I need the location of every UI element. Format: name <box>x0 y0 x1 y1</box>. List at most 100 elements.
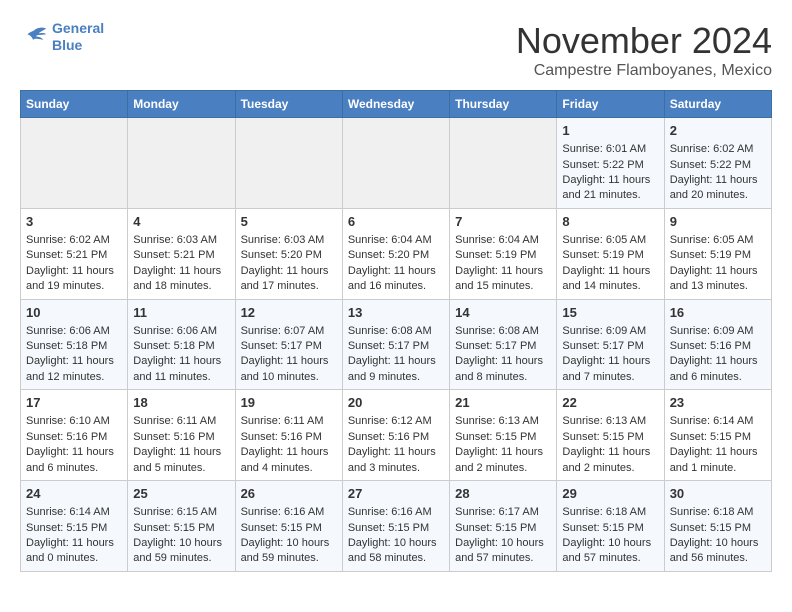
sunset-text: Sunset: 5:17 PM <box>562 340 643 352</box>
sunrise-text: Sunrise: 6:07 AM <box>241 325 325 337</box>
sunset-text: Sunset: 5:15 PM <box>455 522 536 534</box>
day-number: 1 <box>562 122 658 140</box>
calendar-cell: 11 Sunrise: 6:06 AM Sunset: 5:18 PM Dayl… <box>128 299 235 390</box>
daylight-text: Daylight: 11 hours and 12 minutes. <box>26 355 114 382</box>
calendar-cell: 15 Sunrise: 6:09 AM Sunset: 5:17 PM Dayl… <box>557 299 664 390</box>
title-block: November 2024 Campestre Flamboyanes, Mex… <box>516 20 772 80</box>
sunset-text: Sunset: 5:15 PM <box>133 522 214 534</box>
daylight-text: Daylight: 10 hours and 57 minutes. <box>562 537 651 564</box>
sunset-text: Sunset: 5:15 PM <box>670 431 751 443</box>
calendar-cell: 7 Sunrise: 6:04 AM Sunset: 5:19 PM Dayli… <box>450 208 557 299</box>
sunset-text: Sunset: 5:15 PM <box>562 522 643 534</box>
sunrise-text: Sunrise: 6:08 AM <box>455 325 539 337</box>
day-number: 3 <box>26 213 122 231</box>
weekday-header: Tuesday <box>235 91 342 118</box>
daylight-text: Daylight: 11 hours and 16 minutes. <box>348 265 436 292</box>
sunset-text: Sunset: 5:17 PM <box>348 340 429 352</box>
calendar-week-row: 10 Sunrise: 6:06 AM Sunset: 5:18 PM Dayl… <box>21 299 772 390</box>
day-number: 28 <box>455 485 551 503</box>
sunrise-text: Sunrise: 6:11 AM <box>241 415 324 427</box>
sunset-text: Sunset: 5:20 PM <box>241 249 322 261</box>
day-number: 29 <box>562 485 658 503</box>
calendar-cell: 24 Sunrise: 6:14 AM Sunset: 5:15 PM Dayl… <box>21 481 128 572</box>
sunset-text: Sunset: 5:19 PM <box>670 249 751 261</box>
calendar-cell: 20 Sunrise: 6:12 AM Sunset: 5:16 PM Dayl… <box>342 390 449 481</box>
calendar-cell: 12 Sunrise: 6:07 AM Sunset: 5:17 PM Dayl… <box>235 299 342 390</box>
calendar-cell: 18 Sunrise: 6:11 AM Sunset: 5:16 PM Dayl… <box>128 390 235 481</box>
calendar-cell: 4 Sunrise: 6:03 AM Sunset: 5:21 PM Dayli… <box>128 208 235 299</box>
calendar-week-row: 1 Sunrise: 6:01 AM Sunset: 5:22 PM Dayli… <box>21 118 772 209</box>
calendar-cell: 19 Sunrise: 6:11 AM Sunset: 5:16 PM Dayl… <box>235 390 342 481</box>
sunset-text: Sunset: 5:15 PM <box>455 431 536 443</box>
calendar-week-row: 3 Sunrise: 6:02 AM Sunset: 5:21 PM Dayli… <box>21 208 772 299</box>
day-number: 18 <box>133 394 229 412</box>
daylight-text: Daylight: 10 hours and 59 minutes. <box>133 537 222 564</box>
sunrise-text: Sunrise: 6:01 AM <box>562 143 646 155</box>
daylight-text: Daylight: 11 hours and 20 minutes. <box>670 174 758 201</box>
day-number: 30 <box>670 485 766 503</box>
logo-text: General Blue <box>52 20 104 54</box>
sunrise-text: Sunrise: 6:18 AM <box>670 506 754 518</box>
day-number: 19 <box>241 394 337 412</box>
calendar-cell <box>128 118 235 209</box>
sunrise-text: Sunrise: 6:05 AM <box>562 234 646 246</box>
calendar-cell: 2 Sunrise: 6:02 AM Sunset: 5:22 PM Dayli… <box>664 118 771 209</box>
day-number: 21 <box>455 394 551 412</box>
weekday-header: Wednesday <box>342 91 449 118</box>
daylight-text: Daylight: 11 hours and 15 minutes. <box>455 265 543 292</box>
sunrise-text: Sunrise: 6:15 AM <box>133 506 217 518</box>
day-number: 2 <box>670 122 766 140</box>
day-number: 25 <box>133 485 229 503</box>
sunrise-text: Sunrise: 6:09 AM <box>670 325 754 337</box>
calendar-cell: 10 Sunrise: 6:06 AM Sunset: 5:18 PM Dayl… <box>21 299 128 390</box>
sunrise-text: Sunrise: 6:16 AM <box>241 506 325 518</box>
sunset-text: Sunset: 5:18 PM <box>26 340 107 352</box>
daylight-text: Daylight: 11 hours and 4 minutes. <box>241 446 329 473</box>
sunset-text: Sunset: 5:22 PM <box>670 159 751 171</box>
sunrise-text: Sunrise: 6:12 AM <box>348 415 432 427</box>
day-number: 23 <box>670 394 766 412</box>
daylight-text: Daylight: 11 hours and 2 minutes. <box>562 446 650 473</box>
calendar-cell: 13 Sunrise: 6:08 AM Sunset: 5:17 PM Dayl… <box>342 299 449 390</box>
sunset-text: Sunset: 5:15 PM <box>670 522 751 534</box>
sunrise-text: Sunrise: 6:17 AM <box>455 506 539 518</box>
sunrise-text: Sunrise: 6:02 AM <box>26 234 110 246</box>
sunrise-text: Sunrise: 6:06 AM <box>133 325 217 337</box>
sunrise-text: Sunrise: 6:11 AM <box>133 415 216 427</box>
weekday-header: Saturday <box>664 91 771 118</box>
daylight-text: Daylight: 11 hours and 0 minutes. <box>26 537 114 564</box>
day-number: 14 <box>455 304 551 322</box>
daylight-text: Daylight: 11 hours and 21 minutes. <box>562 174 650 201</box>
sunrise-text: Sunrise: 6:04 AM <box>455 234 539 246</box>
calendar-cell: 5 Sunrise: 6:03 AM Sunset: 5:20 PM Dayli… <box>235 208 342 299</box>
day-number: 15 <box>562 304 658 322</box>
calendar-cell: 30 Sunrise: 6:18 AM Sunset: 5:15 PM Dayl… <box>664 481 771 572</box>
sunset-text: Sunset: 5:18 PM <box>133 340 214 352</box>
day-number: 7 <box>455 213 551 231</box>
calendar-cell <box>21 118 128 209</box>
daylight-text: Daylight: 11 hours and 14 minutes. <box>562 265 650 292</box>
day-number: 17 <box>26 394 122 412</box>
day-number: 10 <box>26 304 122 322</box>
location: Campestre Flamboyanes, Mexico <box>516 62 772 80</box>
daylight-text: Daylight: 11 hours and 8 minutes. <box>455 355 543 382</box>
logo-bird-icon <box>20 23 48 51</box>
logo: General Blue <box>20 20 104 54</box>
calendar-cell: 23 Sunrise: 6:14 AM Sunset: 5:15 PM Dayl… <box>664 390 771 481</box>
daylight-text: Daylight: 11 hours and 19 minutes. <box>26 265 114 292</box>
sunset-text: Sunset: 5:15 PM <box>26 522 107 534</box>
day-number: 27 <box>348 485 444 503</box>
sunset-text: Sunset: 5:17 PM <box>241 340 322 352</box>
sunrise-text: Sunrise: 6:18 AM <box>562 506 646 518</box>
sunset-text: Sunset: 5:16 PM <box>348 431 429 443</box>
weekday-header: Monday <box>128 91 235 118</box>
calendar-cell: 22 Sunrise: 6:13 AM Sunset: 5:15 PM Dayl… <box>557 390 664 481</box>
sunrise-text: Sunrise: 6:09 AM <box>562 325 646 337</box>
calendar-cell: 3 Sunrise: 6:02 AM Sunset: 5:21 PM Dayli… <box>21 208 128 299</box>
month-title: November 2024 <box>516 20 772 62</box>
sunrise-text: Sunrise: 6:16 AM <box>348 506 432 518</box>
sunrise-text: Sunrise: 6:03 AM <box>133 234 217 246</box>
weekday-header: Friday <box>557 91 664 118</box>
day-number: 24 <box>26 485 122 503</box>
daylight-text: Daylight: 11 hours and 6 minutes. <box>26 446 114 473</box>
